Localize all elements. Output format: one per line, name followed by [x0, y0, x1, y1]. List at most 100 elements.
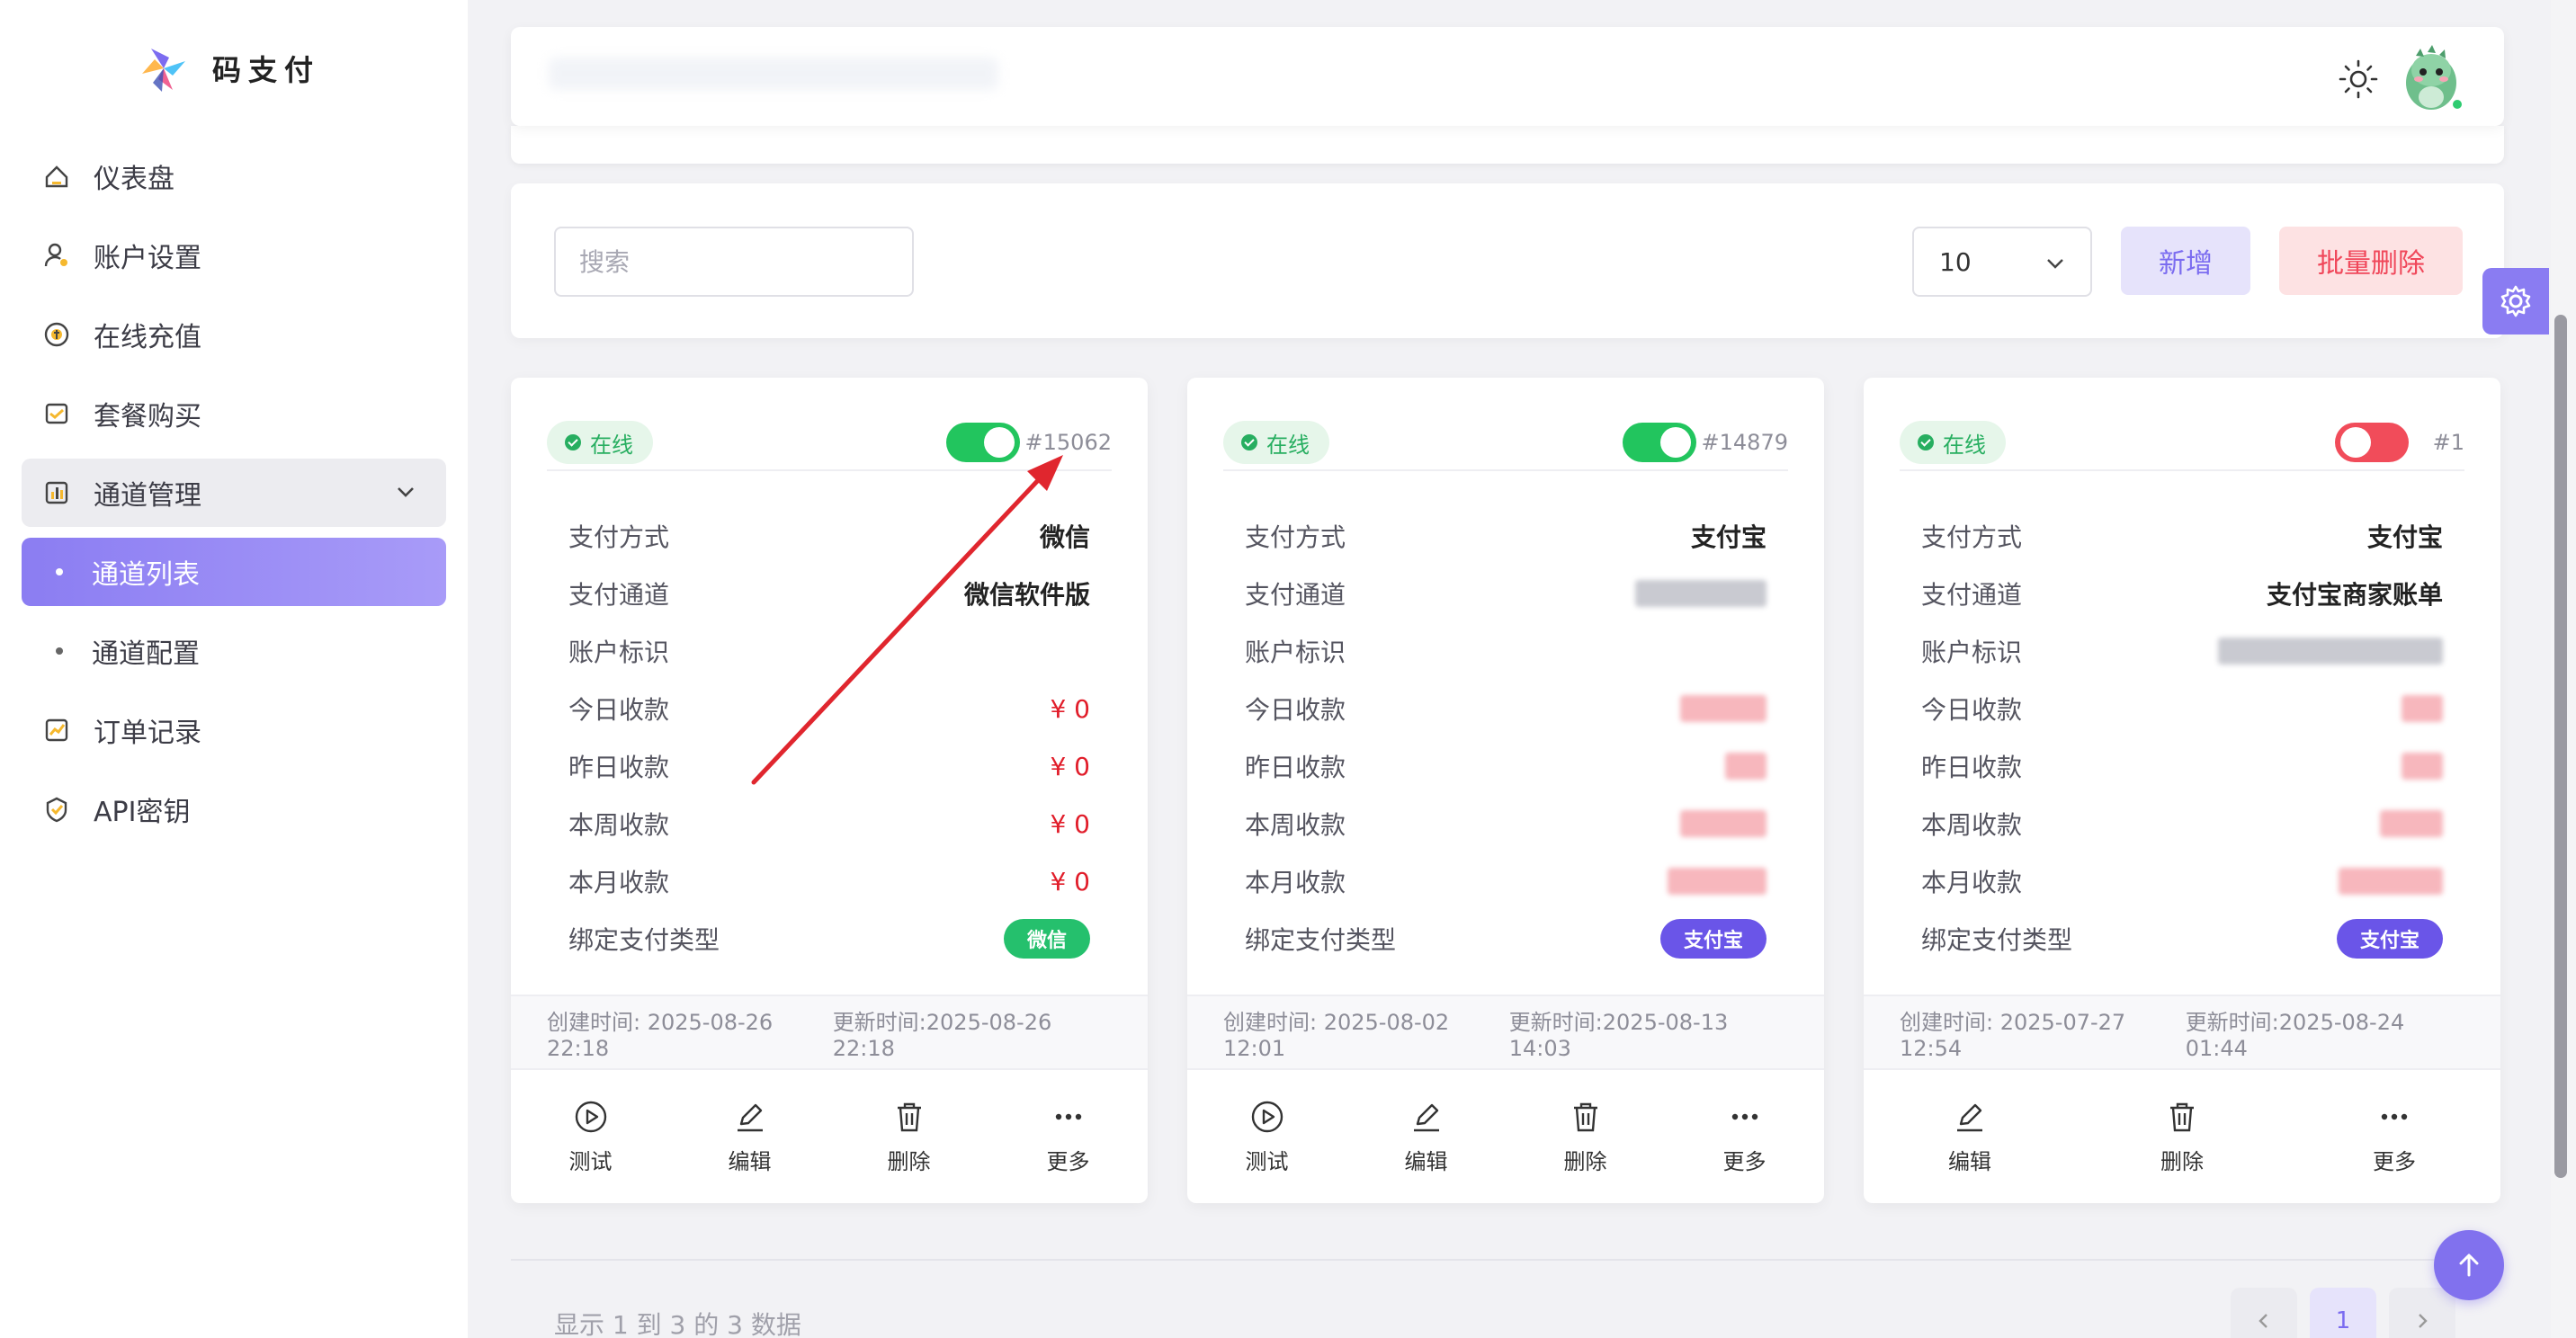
test-button[interactable]: 测试 — [511, 1099, 670, 1175]
redacted-value — [1725, 753, 1767, 780]
field-value: 微信 — [1039, 522, 1090, 552]
sidebar-item-api-keys[interactable]: API密钥 — [22, 775, 446, 843]
edit-button[interactable]: 编辑 — [1346, 1099, 1506, 1175]
action-label: 编辑 — [728, 1148, 772, 1174]
field-month: 本月收款 — [1245, 852, 1767, 910]
package-icon — [41, 398, 72, 429]
field-today: 今日收款 — [1921, 680, 2443, 737]
enable-toggle[interactable] — [2335, 423, 2409, 462]
redacted-value — [1680, 695, 1767, 722]
delete-button[interactable]: 删除 — [829, 1099, 988, 1175]
field-pay-method: 支付方式 微信 — [568, 507, 1090, 565]
chart-icon — [41, 477, 72, 508]
field-today: 今日收款 — [1245, 680, 1767, 737]
page-button[interactable]: 1 — [2310, 1288, 2376, 1338]
enable-toggle[interactable] — [1623, 423, 1696, 462]
brand-logo-icon — [142, 49, 185, 92]
field-today: 今日收款 ¥ 0 — [568, 680, 1090, 737]
add-button[interactable]: 新增 — [2121, 227, 2250, 295]
sidebar-item-channel-config[interactable]: 通道配置 — [22, 617, 446, 685]
channel-card: 在线 #14879 支付方式 支付宝 支付通道 账户标识 今日收款 昨日收款 本周… — [1187, 378, 1824, 1203]
field-bind-type: 绑定支付类型 支付宝 — [1921, 910, 2443, 968]
online-indicator — [2450, 97, 2464, 112]
batch-delete-button[interactable]: 批量删除 — [2279, 227, 2463, 295]
scroll-to-top-button[interactable] — [2434, 1230, 2504, 1300]
user-settings-icon — [41, 240, 72, 271]
brand[interactable]: 码支付 — [139, 43, 320, 94]
sidebar-item-label: 通道管理 — [94, 480, 201, 512]
updated-time: 更新时间:2025-08-24 01:44 — [2185, 1009, 2405, 1061]
theme-toggle-sun-icon[interactable] — [2337, 58, 2380, 101]
field-account-id: 账户标识 — [1921, 622, 2443, 680]
field-week: 本周收款 — [1921, 795, 2443, 852]
sidebar-item-dashboard[interactable]: 仪表盘 — [22, 142, 446, 210]
sidebar-item-channel-list[interactable]: 通道列表 — [22, 538, 446, 606]
breadcrumb-redacted — [549, 58, 998, 90]
arrow-up-icon — [2459, 1253, 2479, 1277]
next-page-button[interactable] — [2389, 1288, 2455, 1338]
sidebar-item-account-settings[interactable]: 账户设置 — [22, 221, 446, 290]
sidebar-item-label: 在线充值 — [94, 322, 201, 353]
field-value: ¥ 0 — [1050, 693, 1090, 724]
delete-button[interactable]: 删除 — [1506, 1099, 1665, 1175]
pay-type-badge: 微信 — [1003, 919, 1090, 959]
status-badge: 在线 — [547, 421, 653, 464]
footer-divider — [511, 1259, 2504, 1261]
edit-button[interactable]: 编辑 — [670, 1099, 829, 1175]
field-label: 今日收款 — [1245, 695, 1346, 725]
action-label: 编辑 — [1948, 1148, 1991, 1174]
more-button[interactable]: 更多 — [2288, 1099, 2500, 1175]
sidebar-item-label: 通道配置 — [92, 638, 200, 670]
field-label: 绑定支付类型 — [1921, 925, 2073, 955]
more-button[interactable]: 更多 — [988, 1099, 1148, 1175]
sidebar-item-recharge[interactable]: 在线充值 — [22, 300, 446, 369]
field-value: ¥ 0 — [1050, 866, 1090, 896]
field-pay-method: 支付方式 支付宝 — [1921, 507, 2443, 565]
orders-icon — [41, 715, 72, 745]
prev-page-button[interactable] — [2231, 1288, 2297, 1338]
status-badge: 在线 — [1223, 421, 1329, 464]
check-circle-icon — [1918, 434, 1934, 450]
test-button[interactable]: 测试 — [1187, 1099, 1346, 1175]
sidebar-item-label: API密钥 — [94, 797, 191, 828]
chevron-right-icon — [2419, 1314, 2428, 1328]
trash-icon — [2170, 1102, 2194, 1131]
card-header: 在线 #1 — [1900, 421, 2464, 471]
sidebar: 码支付 仪表盘 账户设置 在线充值 套餐购买 通道管理 通道列表 通道配置 订单… — [0, 0, 468, 1338]
pay-type-badge: 支付宝 — [1659, 919, 1767, 959]
settings-button[interactable] — [2482, 268, 2549, 334]
delete-button[interactable]: 删除 — [2076, 1099, 2288, 1175]
status-text: 在线 — [590, 432, 633, 458]
field-month: 本月收款 ¥ 0 — [568, 852, 1090, 910]
enable-toggle[interactable] — [946, 423, 1020, 462]
redacted-value — [2402, 695, 2443, 722]
field-label: 昨日收款 — [1245, 753, 1346, 782]
redacted-value — [1635, 580, 1767, 607]
created-time: 创建时间: 2025-08-26 22:18 — [547, 1009, 774, 1061]
redacted-value — [2402, 753, 2443, 780]
more-button[interactable]: 更多 — [1665, 1099, 1824, 1175]
chevron-down-icon — [2047, 259, 2063, 269]
field-value: ¥ 0 — [1050, 751, 1090, 781]
edit-button[interactable]: 编辑 — [1864, 1099, 2076, 1175]
field-value: 支付宝 — [2366, 522, 2443, 552]
redacted-value — [2339, 868, 2443, 895]
pagination-info: 显示 1 到 3 的 3 数据 — [554, 1310, 801, 1338]
action-label: 删除 — [2160, 1148, 2204, 1174]
page-size-select[interactable]: 10 — [1912, 227, 2092, 297]
sidebar-item-channel-management[interactable]: 通道管理 — [22, 459, 446, 527]
field-value: 支付宝 — [1690, 522, 1767, 552]
field-pay-channel: 支付通道 — [1245, 565, 1767, 622]
sidebar-item-orders[interactable]: 订单记录 — [22, 696, 446, 764]
search-input[interactable] — [554, 227, 914, 297]
sidebar-item-packages[interactable]: 套餐购买 — [22, 379, 446, 448]
redacted-value — [2380, 810, 2443, 837]
recharge-icon — [41, 319, 72, 350]
scrollbar-thumb[interactable] — [2554, 315, 2567, 1178]
field-label: 支付通道 — [568, 580, 670, 610]
field-label: 昨日收款 — [568, 753, 670, 782]
user-avatar[interactable] — [2396, 43, 2466, 113]
channel-card: 在线 #1 支付方式 支付宝 支付通道 支付宝商家账单 账户标识 今日收款 昨日收款… — [1864, 378, 2500, 1203]
trash-icon — [897, 1102, 921, 1131]
field-bind-type: 绑定支付类型 支付宝 — [1245, 910, 1767, 968]
